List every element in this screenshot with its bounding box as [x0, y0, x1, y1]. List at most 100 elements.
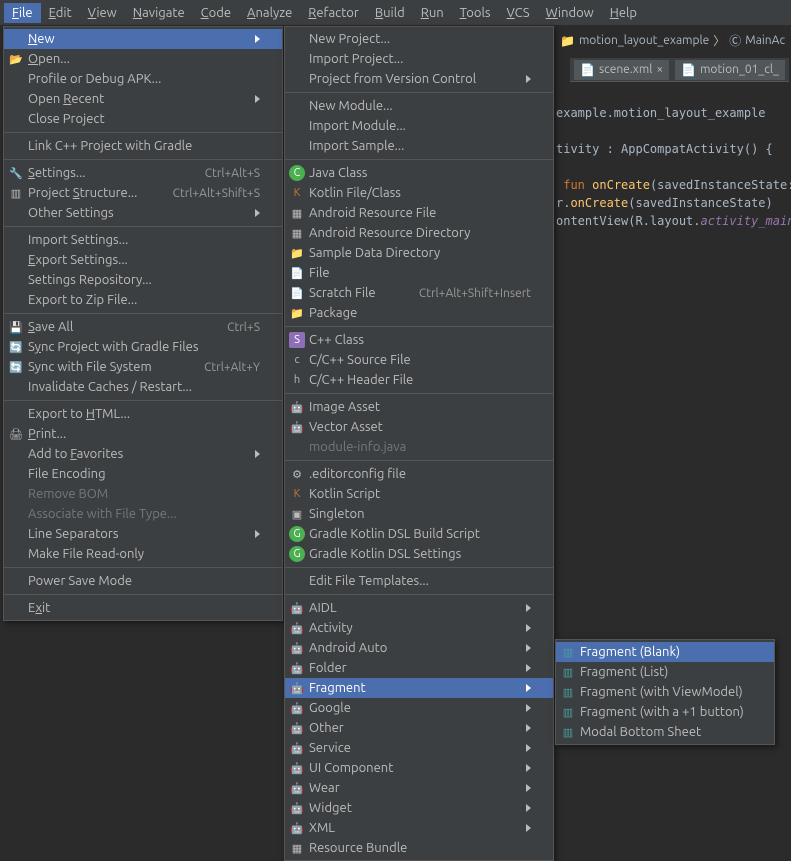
breadcrumb-folder[interactable]: 📁 motion_layout_example	[560, 34, 709, 48]
menubar-item-build[interactable]: Build	[367, 3, 413, 23]
file-menu-add-to-favorites[interactable]: Add to Favorites	[4, 444, 282, 464]
fragment-menu-fragment-list[interactable]: ▥Fragment (List)	[556, 662, 774, 682]
other-icon: 🤖	[289, 720, 305, 736]
file-menu-close-project[interactable]: Close Project	[4, 109, 282, 129]
new-menu-c-class[interactable]: SC++ Class	[285, 330, 553, 350]
new-menu-gradle-kotlin-dsl-build-script[interactable]: GGradle Kotlin DSL Build Script	[285, 524, 553, 544]
menubar-item-window[interactable]: Window	[538, 3, 602, 23]
sync-with-file-system-icon: 🔄	[8, 359, 24, 375]
file-menu-line-separators[interactable]: Line Separators	[4, 524, 282, 544]
file-menu-sync-project-with-gradle-files[interactable]: 🔄Sync Project with Gradle Files	[4, 337, 282, 357]
file-menu-power-save-mode[interactable]: Power Save Mode	[4, 571, 282, 591]
menu-item-shortcut: Ctrl+Alt+Shift+S	[173, 187, 260, 200]
new-menu-scratch-file[interactable]: 📄Scratch FileCtrl+Alt+Shift+Insert	[285, 283, 553, 303]
file-menu-sync-with-file-system[interactable]: 🔄Sync with File SystemCtrl+Alt+Y	[4, 357, 282, 377]
new-menu-other[interactable]: 🤖Other	[285, 718, 553, 738]
file-menu-settings[interactable]: 🔧Settings...Ctrl+Alt+S	[4, 163, 282, 183]
fragment-menu-fragment-with-viewmodel[interactable]: ▥Fragment (with ViewModel)	[556, 682, 774, 702]
new-menu-gradle-kotlin-dsl-settings[interactable]: GGradle Kotlin DSL Settings	[285, 544, 553, 564]
new-menu-new-project[interactable]: New Project...	[285, 29, 553, 49]
tab-scene-xml[interactable]: 📄 scene.xml ×	[574, 60, 669, 80]
menubar-item-run[interactable]: Run	[413, 3, 452, 23]
new-menu-sample-data-directory[interactable]: 📁Sample Data Directory	[285, 243, 553, 263]
new-menu-folder[interactable]: 🤖Folder	[285, 658, 553, 678]
menubar-item-vcs[interactable]: VCS	[499, 3, 538, 23]
breadcrumb-file[interactable]: Ⓒ MainAc	[729, 32, 785, 49]
file-menu-file-encoding[interactable]: File Encoding	[4, 464, 282, 484]
new-menu-resource-bundle[interactable]: ▦Resource Bundle	[285, 838, 553, 858]
new-menu-import-sample[interactable]: Import Sample...	[285, 136, 553, 156]
menubar-item-help[interactable]: Help	[602, 3, 645, 23]
new-menu-java-class[interactable]: CJava Class	[285, 163, 553, 183]
menubar-item-edit[interactable]: Edit	[41, 3, 80, 23]
menu-item-label: Java Class	[309, 166, 531, 180]
file-menu-invalidate-caches-restart[interactable]: Invalidate Caches / Restart...	[4, 377, 282, 397]
new-menu-new-module[interactable]: New Module...	[285, 96, 553, 116]
file-menu-exit[interactable]: Exit	[4, 598, 282, 618]
menu-item-label: .editorconfig file	[309, 467, 531, 481]
new-menu-import-module[interactable]: Import Module...	[285, 116, 553, 136]
menubar-item-navigate[interactable]: Navigate	[125, 3, 193, 23]
menubar-item-tools[interactable]: Tools	[452, 3, 499, 23]
menu-item-label: Settings Repository...	[28, 273, 260, 287]
new-menu-edit-file-templates[interactable]: Edit File Templates...	[285, 571, 553, 591]
file-menu-profile-or-debug-apk[interactable]: Profile or Debug APK...	[4, 69, 282, 89]
new-menu-android-resource-file[interactable]: ▦Android Resource File	[285, 203, 553, 223]
scratch-file-icon: 📄	[289, 285, 305, 301]
new-menu-aidl[interactable]: 🤖AIDL	[285, 598, 553, 618]
new-menu-project-from-version-control[interactable]: Project from Version Control	[285, 69, 553, 89]
new-menu-file[interactable]: 📄File	[285, 263, 553, 283]
code-editor[interactable]: example.motion_layout_example tivity : A…	[556, 86, 791, 230]
file-menu-open-recent[interactable]: Open Recent	[4, 89, 282, 109]
new-menu-service[interactable]: 🤖Service	[285, 738, 553, 758]
file-menu-open[interactable]: 📂Open...	[4, 49, 282, 69]
menu-item-label: Kotlin File/Class	[309, 186, 531, 200]
new-menu-kotlin-file-class[interactable]: KKotlin File/Class	[285, 183, 553, 203]
menubar-item-file[interactable]: File	[4, 3, 41, 23]
menubar-item-refactor[interactable]: Refactor	[300, 3, 367, 23]
new-menu-fragment[interactable]: 🤖Fragment	[285, 678, 553, 698]
new-menu-ui-component[interactable]: 🤖UI Component	[285, 758, 553, 778]
file-menu-project-structure[interactable]: ▥Project Structure...Ctrl+Alt+Shift+S	[4, 183, 282, 203]
folder-icon: 🤖	[289, 660, 305, 676]
new-menu-c-c-source-file[interactable]: cC/C++ Source File	[285, 350, 553, 370]
new-menu-wear[interactable]: 🤖Wear	[285, 778, 553, 798]
file-menu-print[interactable]: 🖨Print...	[4, 424, 282, 444]
file-menu-export-to-zip-file[interactable]: Export to Zip File...	[4, 290, 282, 310]
new-menu-import-project[interactable]: Import Project...	[285, 49, 553, 69]
new-menu-vector-asset[interactable]: 🤖Vector Asset	[285, 417, 553, 437]
file-menu-settings-repository[interactable]: Settings Repository...	[4, 270, 282, 290]
close-icon[interactable]: ×	[656, 63, 663, 76]
new-menu-c-c-header-file[interactable]: hC/C++ Header File	[285, 370, 553, 390]
new-menu-package[interactable]: 📁Package	[285, 303, 553, 323]
new-menu-editorconfig-file[interactable]: ⚙.editorconfig file	[285, 464, 553, 484]
new-menu-activity[interactable]: 🤖Activity	[285, 618, 553, 638]
menubar-item-view[interactable]: View	[80, 3, 125, 23]
print-icon: 🖨	[8, 426, 24, 442]
c-c-source-file-icon: c	[289, 352, 305, 368]
file-menu-export-settings[interactable]: Export Settings...	[4, 250, 282, 270]
new-menu-widget[interactable]: 🤖Widget	[285, 798, 553, 818]
new-menu-google[interactable]: 🤖Google	[285, 698, 553, 718]
file-menu-new[interactable]: New	[4, 29, 282, 49]
file-menu-other-settings[interactable]: Other Settings	[4, 203, 282, 223]
new-menu-xml[interactable]: 🤖XML	[285, 818, 553, 838]
file-menu-export-to-html[interactable]: Export to HTML...	[4, 404, 282, 424]
new-menu-kotlin-script[interactable]: KKotlin Script	[285, 484, 553, 504]
tab-motion[interactable]: 📄 motion_01_cl_	[675, 60, 785, 80]
file-menu-save-all[interactable]: 💾Save AllCtrl+S	[4, 317, 282, 337]
fragment-menu-modal-bottom-sheet[interactable]: ▥Modal Bottom Sheet	[556, 722, 774, 742]
menu-item-label: module-info.java	[309, 440, 531, 454]
fragment-menu-fragment-blank[interactable]: ▥Fragment (Blank)	[556, 642, 774, 662]
new-menu-image-asset[interactable]: 🤖Image Asset	[285, 397, 553, 417]
fragment-menu-fragment-with-a-1-button[interactable]: ▥Fragment (with a +1 button)	[556, 702, 774, 722]
menubar-item-analyze[interactable]: Analyze	[239, 3, 300, 23]
menubar-item-code[interactable]: Code	[193, 3, 239, 23]
new-menu-singleton[interactable]: ▣Singleton	[285, 504, 553, 524]
new-menu-separator	[285, 594, 553, 595]
file-menu-import-settings[interactable]: Import Settings...	[4, 230, 282, 250]
file-menu-link-c-project-with-gradle[interactable]: Link C++ Project with Gradle	[4, 136, 282, 156]
file-menu-make-file-read-only[interactable]: Make File Read-only	[4, 544, 282, 564]
new-menu-android-resource-directory[interactable]: ▦Android Resource Directory	[285, 223, 553, 243]
new-menu-android-auto[interactable]: 🤖Android Auto	[285, 638, 553, 658]
